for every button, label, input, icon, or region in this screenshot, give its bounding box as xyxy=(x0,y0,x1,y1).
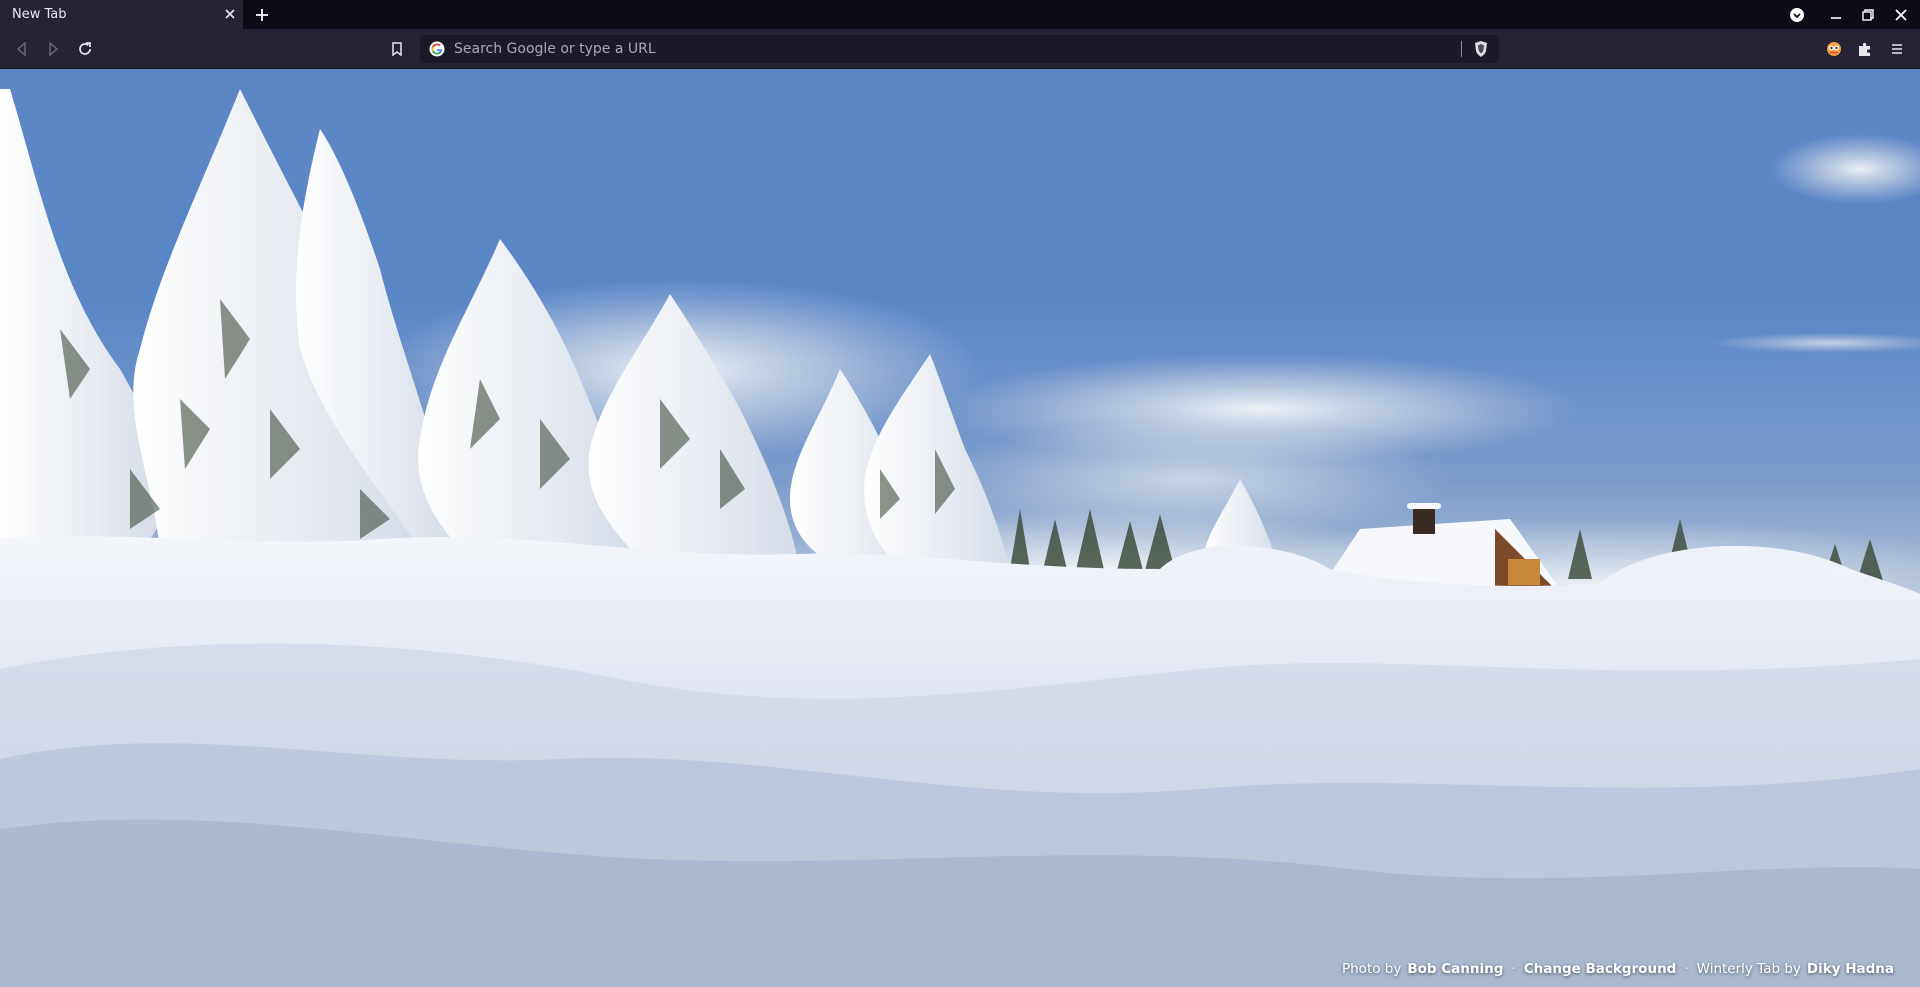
close-icon[interactable] xyxy=(222,6,238,22)
plus-icon[interactable] xyxy=(252,5,272,25)
tab-new-tab[interactable]: New Tab xyxy=(0,0,243,29)
forward-arrow-icon[interactable] xyxy=(43,39,63,59)
minimize-icon[interactable] xyxy=(1826,5,1846,25)
theme-credit-prefix: Winterly Tab by xyxy=(1696,961,1801,977)
omnibox-divider xyxy=(1461,41,1462,57)
photo-credit-prefix: Photo by xyxy=(1341,961,1402,977)
profile-icon[interactable] xyxy=(1824,39,1844,59)
restore-icon[interactable] xyxy=(1858,5,1878,25)
back-arrow-icon[interactable] xyxy=(12,39,32,59)
snow-landscape-illustration xyxy=(0,89,1920,987)
separator: · xyxy=(1684,961,1689,977)
change-background-button[interactable]: Change Background xyxy=(1524,961,1677,977)
photo-credits: Photo by Bob Canning · Change Background… xyxy=(1342,961,1894,977)
window-close-icon[interactable] xyxy=(1891,5,1911,25)
address-bar[interactable] xyxy=(420,35,1499,63)
separator: · xyxy=(1511,961,1516,977)
hamburger-menu-icon[interactable] xyxy=(1887,39,1907,59)
shield-icon[interactable] xyxy=(1472,40,1490,58)
tab-title: New Tab xyxy=(12,7,67,22)
chevron-down-icon[interactable] xyxy=(1787,5,1807,25)
bookmark-icon[interactable] xyxy=(387,39,407,59)
reload-icon[interactable] xyxy=(75,39,95,59)
google-icon xyxy=(429,41,445,57)
search-input[interactable] xyxy=(454,35,1454,63)
photographer-link[interactable]: Bob Canning xyxy=(1407,961,1503,977)
theme-author-link[interactable]: Diky Hadna xyxy=(1807,961,1894,977)
puzzle-icon[interactable] xyxy=(1855,39,1875,59)
toolbar xyxy=(0,29,1920,69)
tab-strip: New Tab xyxy=(0,0,1920,29)
background-photo: Photo by Bob Canning · Change Background… xyxy=(0,69,1920,987)
